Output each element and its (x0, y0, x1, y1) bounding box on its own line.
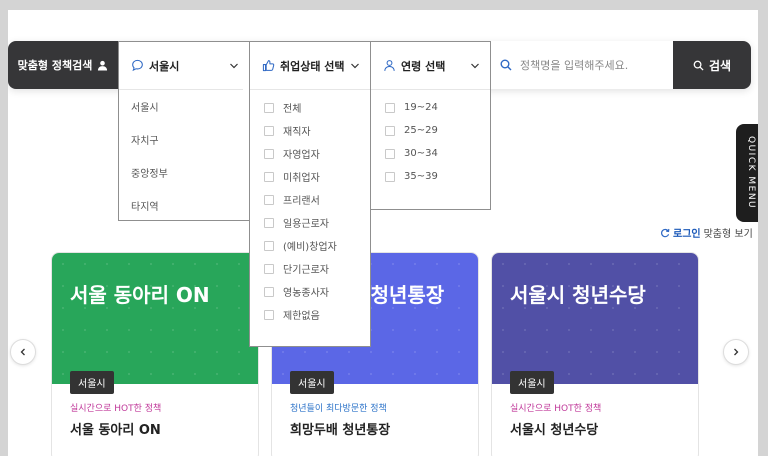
checkbox[interactable] (264, 194, 274, 205)
login-link[interactable]: 로그인 (673, 225, 701, 240)
chat-bubble-icon (132, 59, 143, 72)
employment-dropdown-label: 취업상태 선택 (280, 59, 345, 73)
region-dropdown-header[interactable]: 서울시 (119, 42, 243, 90)
employment-option[interactable]: 재직자 (250, 119, 370, 142)
checkbox[interactable] (385, 125, 395, 136)
login-hint: 로그인 맞춤형 보기 (660, 225, 753, 240)
chevron-down-icon (351, 63, 359, 69)
quick-menu-tab[interactable]: QUICK MENU (736, 124, 758, 222)
checkbox[interactable] (264, 286, 274, 297)
checkbox[interactable] (385, 148, 395, 159)
card-banner (492, 253, 698, 384)
region-option[interactable]: 자치구 (119, 123, 249, 156)
card-badge: 서울시 (510, 371, 554, 394)
chevron-right-icon (734, 348, 739, 356)
region-dropdown-label: 서울시 (149, 59, 180, 73)
checkbox[interactable] (264, 102, 274, 113)
region-option[interactable]: 타지역 (119, 189, 249, 222)
checkbox[interactable] (264, 125, 274, 136)
card-subtitle: 청년들이 최다방문한 정책 (290, 404, 387, 414)
search-button[interactable]: 검색 (673, 41, 751, 89)
card-subtitle: 실시간으로 HOT한 정책 (70, 404, 162, 414)
employment-option[interactable]: 미취업자 (250, 165, 370, 188)
checkbox[interactable] (264, 263, 274, 274)
employment-option[interactable]: 영농종사자 (250, 280, 370, 303)
card-banner-title: 서울 동아리 ON (70, 283, 210, 307)
employment-option[interactable]: 제한없음 (250, 303, 370, 326)
person-icon (384, 60, 395, 71)
region-option[interactable]: 서울시 (119, 90, 249, 123)
policy-card[interactable]: 서울 동아리 ON 서울시 실시간으로 HOT한 정책 서울 동아리 ON (51, 252, 259, 456)
page: 맞춤형 정책검색 정책명을 입력해주세요. 검색 서울시 서울시 자치구 중앙정… (8, 10, 758, 456)
checkbox[interactable] (264, 148, 274, 159)
card-badge: 서울시 (70, 371, 114, 394)
employment-option[interactable]: (예비)창업자 (250, 234, 370, 257)
search-icon (693, 60, 704, 71)
employment-option[interactable]: 자영업자 (250, 142, 370, 165)
checkbox[interactable] (385, 171, 395, 182)
checkbox[interactable] (264, 309, 274, 320)
login-hint-text: 맞춤형 보기 (703, 229, 753, 240)
employment-option[interactable]: 전체 (250, 96, 370, 119)
search-button-label: 검색 (708, 58, 732, 73)
card-subtitle: 실시간으로 HOT한 정책 (510, 404, 602, 414)
employment-dropdown: 취업상태 선택 전체 재직자 자영업자 미취업자 프리랜서 일용근로자 (예비)… (249, 41, 371, 347)
age-option[interactable]: 30~34 (371, 142, 490, 165)
checkbox[interactable] (264, 240, 274, 251)
chevron-left-icon (20, 348, 25, 356)
chevron-down-icon (471, 63, 479, 69)
user-icon (98, 60, 108, 71)
card-name: 서울시 청년수당 (510, 423, 599, 438)
age-dropdown-label: 연령 선택 (401, 59, 446, 73)
checkbox[interactable] (264, 217, 274, 228)
search-bar-title-label: 맞춤형 정책검색 (17, 59, 93, 72)
employment-dropdown-header[interactable]: 취업상태 선택 (250, 42, 370, 90)
policy-card[interactable]: 서울시 청년수당 서울시 실시간으로 HOT한 정책 서울시 청년수당 (491, 252, 699, 456)
search-icon (500, 59, 512, 71)
chevron-down-icon (230, 63, 238, 69)
card-badge: 서울시 (290, 371, 334, 394)
checkbox[interactable] (264, 171, 274, 182)
thumbs-up-icon (262, 60, 275, 72)
search-bar-title: 맞춤형 정책검색 (8, 41, 118, 89)
quick-menu-label: QUICK MENU (746, 136, 756, 210)
employment-option[interactable]: 일용근로자 (250, 211, 370, 234)
card-banner-title: 서울시 청년수당 (510, 283, 646, 307)
age-option[interactable]: 25~29 (371, 119, 490, 142)
card-banner (52, 253, 258, 384)
refresh-icon (661, 228, 670, 237)
card-name: 희망두배 청년통장 (290, 423, 391, 438)
employment-option[interactable]: 단기근로자 (250, 257, 370, 280)
age-option[interactable]: 35~39 (371, 165, 490, 188)
region-dropdown: 서울시 서울시 자치구 중앙정부 타지역 (118, 41, 250, 221)
card-name: 서울 동아리 ON (70, 423, 161, 438)
age-dropdown-header[interactable]: 연령 선택 (371, 42, 490, 90)
carousel-next-button[interactable] (723, 339, 749, 365)
age-dropdown: 연령 선택 19~24 25~29 30~34 35~39 (370, 41, 491, 210)
carousel-prev-button[interactable] (10, 339, 36, 365)
search-input[interactable]: 정책명을 입력해주세요. (490, 41, 673, 89)
region-option[interactable]: 중앙정부 (119, 156, 249, 189)
search-placeholder: 정책명을 입력해주세요. (520, 59, 629, 72)
employment-option[interactable]: 프리랜서 (250, 188, 370, 211)
checkbox[interactable] (385, 102, 395, 113)
age-option[interactable]: 19~24 (371, 96, 490, 119)
